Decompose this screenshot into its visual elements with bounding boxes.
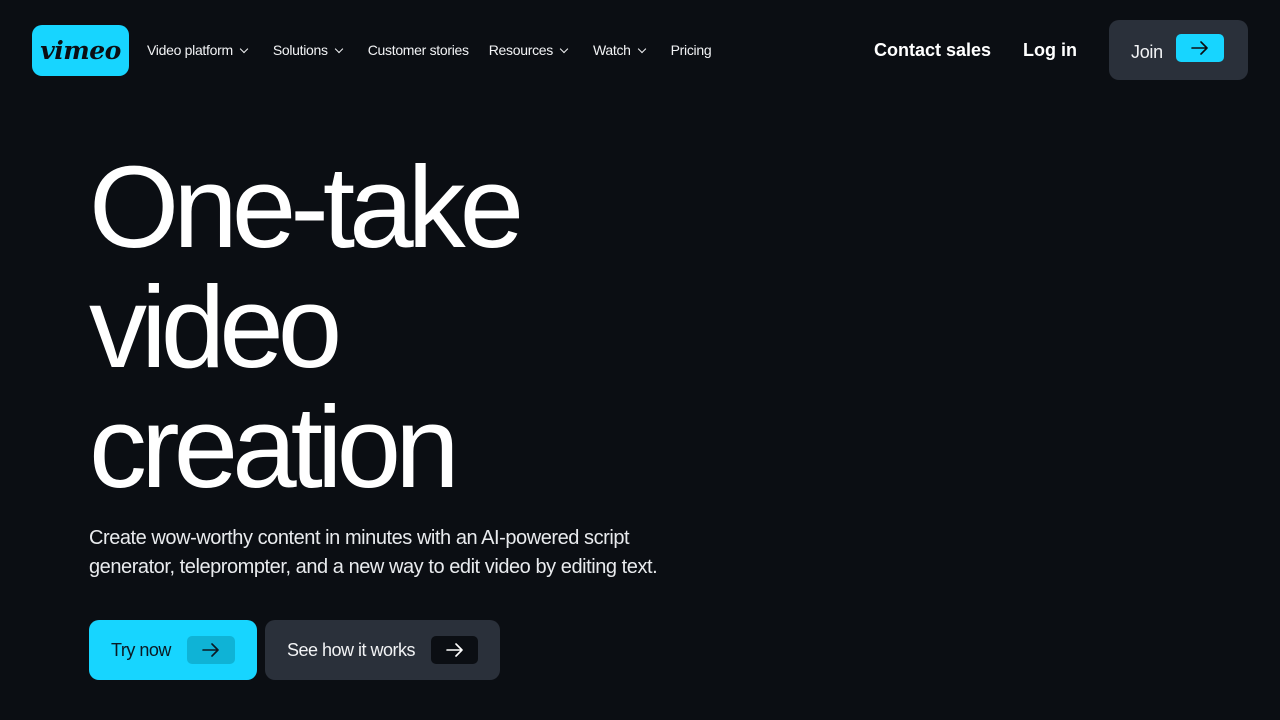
nav-actions: Contact sales Log in Join: [874, 20, 1248, 80]
try-now-label: Try now: [111, 639, 171, 660]
nav-item-pricing[interactable]: Pricing: [671, 42, 712, 58]
nav-item-label: Watch: [592, 42, 631, 58]
contact-sales-link[interactable]: Contact sales: [874, 40, 991, 61]
hero-title: One-take video creation: [89, 142, 524, 512]
chevron-down-icon: [637, 44, 646, 53]
log-in-link[interactable]: Log in: [1023, 40, 1077, 61]
see-how-it-works-label: See how it works: [287, 639, 416, 660]
hero-title-line: creation: [89, 382, 460, 512]
nav-item-label: Customer stories: [367, 42, 469, 58]
nav-item-watch[interactable]: Watch: [592, 42, 646, 58]
arrow-right-icon: [1191, 41, 1208, 55]
hero-subtitle: Create wow-worthy content in minutes wit…: [89, 527, 658, 578]
top-navigation: vimeo Video platform Solutions Customer …: [0, 0, 1280, 100]
nav-item-label: Resources: [488, 42, 554, 58]
cta-row: Try now See how it works: [89, 620, 500, 680]
join-arrow-box: [1175, 34, 1224, 62]
hero-title-line: video: [89, 262, 342, 392]
nav-item-customer-stories[interactable]: Customer stories: [368, 42, 469, 58]
join-button[interactable]: Join: [1109, 20, 1248, 80]
main-nav-links: Video platform Solutions Customer storie…: [147, 40, 712, 60]
chevron-down-icon: [559, 44, 569, 53]
nav-item-label: Solutions: [272, 42, 328, 58]
nav-item-solutions[interactable]: Solutions: [272, 42, 343, 58]
try-now-button[interactable]: Try now: [89, 620, 257, 680]
see-how-it-works-button[interactable]: See how it works: [265, 620, 500, 680]
arrow-right-icon: [202, 643, 219, 657]
arrow-right-icon: [445, 643, 463, 657]
try-now-arrow-box: [186, 636, 235, 664]
nav-item-label: Video platform: [147, 42, 233, 58]
join-button-label: Join: [1131, 41, 1163, 62]
see-how-arrow-box: [431, 636, 478, 664]
hero-title-line: One-take: [89, 142, 524, 272]
chevron-down-icon: [334, 44, 343, 53]
vimeo-logo[interactable]: vimeo: [32, 25, 129, 76]
nav-item-video-platform[interactable]: Video platform: [147, 42, 249, 58]
nav-item-resources[interactable]: Resources: [488, 42, 569, 58]
chevron-down-icon: [239, 44, 249, 53]
nav-item-label: Pricing: [670, 42, 712, 58]
